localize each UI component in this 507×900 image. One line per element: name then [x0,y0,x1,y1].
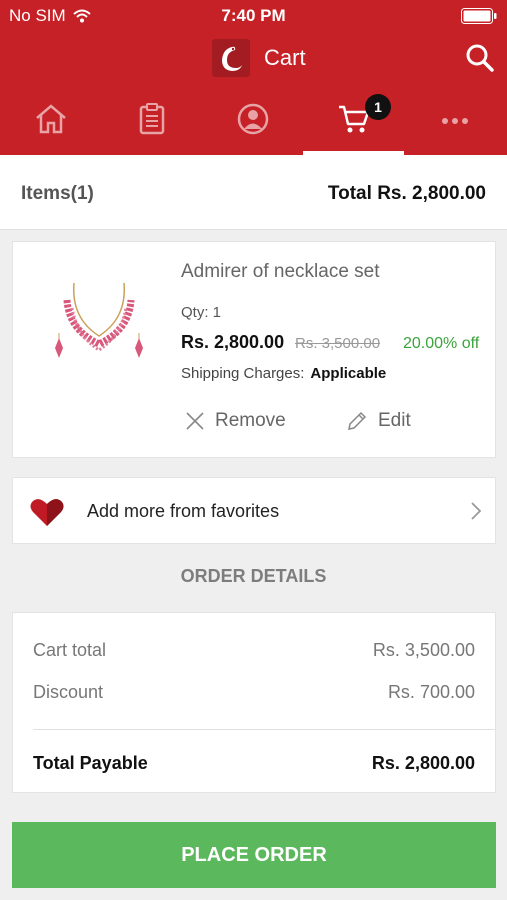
close-icon [186,412,204,430]
total-value: Rs. 2,800.00 [377,183,486,204]
clock: 7:40 PM [221,6,286,25]
user-icon [237,103,268,135]
brand-logo [212,39,250,77]
cart-summary-bar: Items(1) Total Rs. 2,800.00 [0,155,507,230]
tab-more[interactable] [404,92,505,155]
product-qty: Qty: 1 [181,304,222,321]
cart-count-badge: 1 [365,94,391,120]
tab-profile[interactable] [202,92,303,155]
discount-row: Discount Rs. 700.00 [33,682,475,703]
app-header: No SIM 7:40 PM Cart 1 [0,0,507,155]
tab-orders[interactable] [101,92,202,155]
cart-total-value: Rs. 3,500.00 [372,640,475,660]
cart-total-label: Cart total [33,640,107,660]
shipping-label: Shipping Charges: [181,365,305,382]
divider [33,729,495,730]
place-order-button[interactable]: PLACE ORDER [12,822,496,888]
total-payable-row: Total Payable Rs. 2,800.00 [33,753,475,774]
chevron-right-icon [471,502,482,520]
total-label: Total [327,183,372,204]
swan-logo-icon [222,46,242,71]
discount-value: Rs. 700.00 [387,682,475,702]
cart-item-card: Admirer of necklace set Qty: 1 Rs. 2,800… [12,241,496,458]
tab-home[interactable] [0,92,101,155]
edit-label: Edit [378,410,411,431]
title-bar: Cart [0,37,507,81]
product-mrp: Rs. 3,500.00 [295,335,381,352]
product-name[interactable]: Admirer of necklace set [181,261,380,283]
product-price: Rs. 2,800.00 [181,332,285,352]
favorites-label: Add more from favorites [87,501,280,521]
total-payable-value: Rs. 2,800.00 [371,753,475,773]
page-title: Cart [264,45,306,70]
search-icon[interactable] [465,43,495,73]
status-bar: No SIM 7:40 PM [0,0,507,32]
total-payable-label: Total Payable [33,753,148,773]
remove-button[interactable]: Remove [185,410,286,432]
shipping-value: Applicable [310,365,387,382]
favorites-row[interactable]: Add more from favorites [12,477,496,544]
clipboard-icon [139,103,164,135]
home-icon [35,104,66,134]
bottom-tab-nav: 1 [0,92,507,155]
order-summary-card: Cart total Rs. 3,500.00 Discount Rs. 700… [12,612,496,793]
shipping-charges: Shipping Charges: Applicable [181,365,386,382]
necklace-thumbnail[interactable] [39,278,159,368]
discount-label: Discount [33,682,104,702]
items-count: Items(1) [21,183,94,204]
order-details-heading: ORDER DETAILS [180,566,327,586]
discount-percent: 20.00% off [403,335,480,352]
battery-icon [461,8,497,24]
more-icon [441,118,468,124]
cart-total-row: Cart total Rs. 3,500.00 [33,640,475,661]
remove-label: Remove [215,410,286,431]
pencil-icon [348,411,367,430]
heart-icon [30,499,64,526]
tab-cart[interactable]: 1 [303,92,404,155]
edit-button[interactable]: Edit [346,410,411,432]
cart-total: Total Rs. 2,800.00 [328,183,486,205]
